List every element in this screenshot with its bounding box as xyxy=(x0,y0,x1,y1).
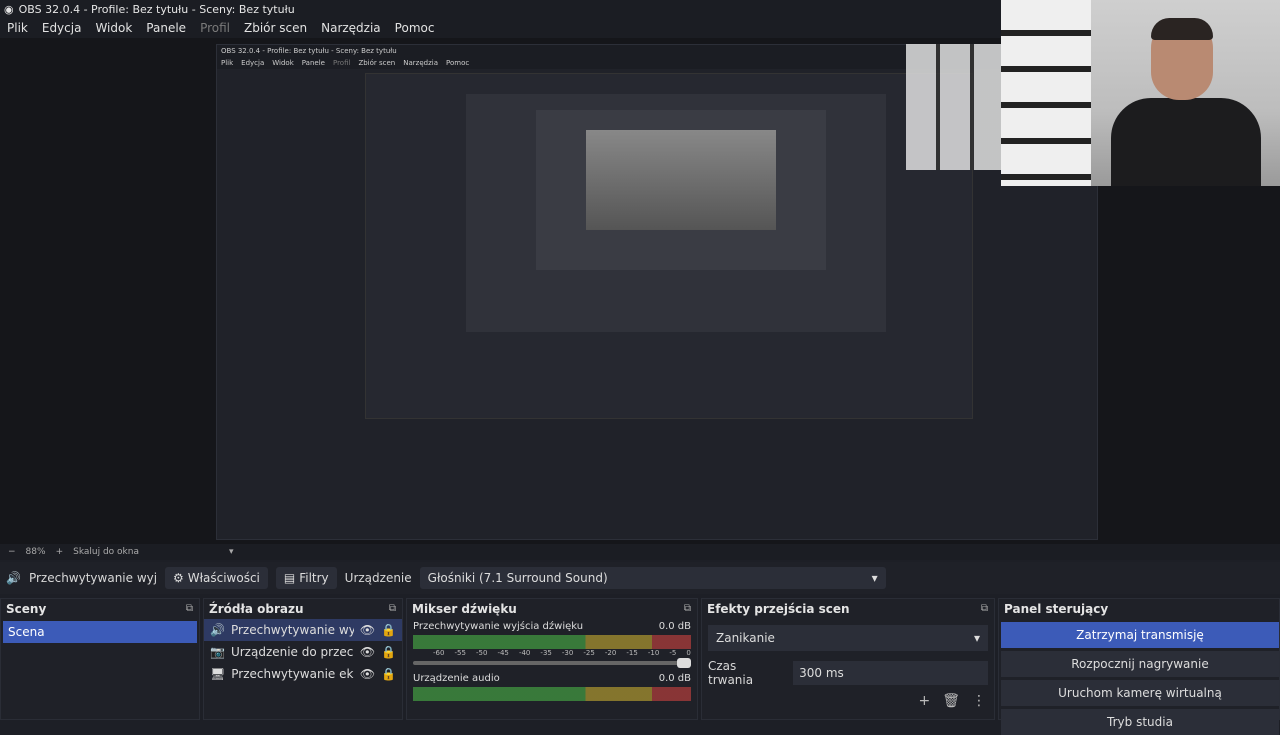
monitor-icon: 🖥 xyxy=(210,667,226,681)
controls-dock: Panel sterujący Zatrzymaj transmisję Roz… xyxy=(998,598,1280,735)
menu-pomoc[interactable]: Pomoc xyxy=(388,21,442,35)
duration-label: Czas trwania xyxy=(708,659,754,687)
filter-icon: ▤ xyxy=(283,571,296,585)
trash-icon[interactable]: 🗑 xyxy=(942,693,960,709)
menu-edycja[interactable]: Edycja xyxy=(35,21,89,35)
window-title: OBS 32.0.4 - Profile: Bez tytułu - Sceny… xyxy=(18,2,295,16)
properties-button[interactable]: ⚙ Właściwości xyxy=(164,567,268,589)
meter-ticks: -60 -55 -50 -45 -40 -35 -30 -25 -20 -15 -10 -5 0 xyxy=(433,649,691,657)
zoom-value: 88% xyxy=(25,547,46,557)
duration-input[interactable]: 300 ms xyxy=(793,661,988,685)
transitions-dock: Efekty przejścia scen ⧉ Zanikanie ▾ Czas … xyxy=(701,598,995,720)
plus-icon[interactable]: + xyxy=(918,693,930,709)
webcam-feed xyxy=(1001,0,1280,186)
person-body xyxy=(1111,98,1261,186)
chevron-down-icon: ▾ xyxy=(973,631,980,645)
undock-icon[interactable]: ⧉ xyxy=(981,599,988,619)
controls-title: Panel sterujący xyxy=(1004,602,1109,616)
eye-icon[interactable]: 👁 xyxy=(360,645,375,659)
source-item[interactable]: 🔊 Przechwytywanie wyjścia d 👁 🔒 xyxy=(204,619,402,641)
undock-icon[interactable]: ⧉ xyxy=(186,599,193,619)
chevron-down-icon: ▾ xyxy=(871,571,878,585)
camera-icon: 📷 xyxy=(210,645,225,659)
gear-icon: ⚙ xyxy=(172,571,184,585)
lock-icon[interactable]: 🔒 xyxy=(381,623,396,637)
source-item[interactable]: 📷 Urządzenie do przechwyty 👁 🔒 xyxy=(204,641,402,663)
undock-icon[interactable]: ⧉ xyxy=(684,599,691,619)
virtual-camera-button[interactable]: Uruchom kamerę wirtualną xyxy=(1001,680,1279,706)
studio-mode-button[interactable]: Tryb studia xyxy=(1001,709,1279,735)
scene-item[interactable]: Scena xyxy=(3,621,197,643)
nested-preview-4 xyxy=(536,110,826,270)
selected-source-name: Przechwytywanie wyjścia d xyxy=(28,571,157,585)
zoom-in-button[interactable]: + xyxy=(56,547,64,557)
volume-slider[interactable] xyxy=(413,658,691,668)
menu-profil: Profil xyxy=(200,21,230,35)
menu-zbior-scen[interactable]: Zbiór scen xyxy=(237,21,314,35)
obs-logo-icon: ◉ xyxy=(4,2,14,16)
volume-meter xyxy=(413,635,691,649)
device-label: Urządzenie xyxy=(344,571,412,585)
nested-preview-5 xyxy=(586,130,776,230)
chevron-down-icon[interactable]: ▾ xyxy=(229,547,234,557)
sources-title: Źródła obrazu xyxy=(209,602,304,616)
webcam-person xyxy=(1111,18,1261,186)
scenes-title: Sceny xyxy=(6,602,47,616)
source-toolbar: 🔊 Przechwytywanie wyjścia d ⚙ Właściwośc… xyxy=(0,562,1280,594)
filters-button[interactable]: ▤ Filtry xyxy=(275,567,337,589)
lock-icon[interactable]: 🔒 xyxy=(381,645,396,659)
person-hair xyxy=(1151,18,1213,40)
zoom-fit-select[interactable]: Skaluj do okna xyxy=(73,547,139,557)
menu-narzedzia[interactable]: Narzędzia xyxy=(314,21,388,35)
transition-select[interactable]: Zanikanie ▾ xyxy=(708,625,988,651)
menu-panele[interactable]: Panele xyxy=(139,21,193,35)
transitions-title: Efekty przejścia scen xyxy=(707,602,850,616)
source-item[interactable]: 🖥 Przechwytywanie ekranu 👁 🔒 xyxy=(204,663,402,685)
nested-preview-2 xyxy=(365,73,973,419)
stop-stream-button[interactable]: Zatrzymaj transmisję xyxy=(1001,622,1279,648)
speaker-icon: 🔊 xyxy=(210,623,225,637)
sources-dock: Źródła obrazu ⧉ 🔊 Przechwytywanie wyjścia… xyxy=(203,598,403,720)
mixer-title: Mikser dźwięku xyxy=(412,602,517,616)
menu-widok[interactable]: Widok xyxy=(88,21,139,35)
menu-plik[interactable]: Plik xyxy=(0,21,35,35)
mixer-channel: Urządzenie audio 0.0 dB xyxy=(407,671,697,703)
lock-icon[interactable]: 🔒 xyxy=(381,667,396,681)
webcam-reflection xyxy=(906,44,1002,170)
start-recording-button[interactable]: Rozpocznij nagrywanie xyxy=(1001,651,1279,677)
more-icon[interactable]: ⋮ xyxy=(972,693,986,709)
scenes-dock: Sceny ⧉ Scena xyxy=(0,598,200,720)
eye-icon[interactable]: 👁 xyxy=(360,667,375,681)
volume-meter xyxy=(413,687,691,701)
zoom-bar: − 88% + Skaluj do okna ▾ xyxy=(0,544,1280,560)
mixer-channel: Przechwytywanie wyjścia dźwięku 0.0 dB -6… xyxy=(407,619,697,671)
zoom-out-button[interactable]: − xyxy=(8,547,16,557)
webcam-shelf xyxy=(1001,0,1091,186)
speaker-icon: 🔊 xyxy=(6,571,21,585)
nested-preview-3 xyxy=(466,94,886,332)
mixer-dock: Mikser dźwięku ⧉ Przechwytywanie wyjścia … xyxy=(406,598,698,720)
eye-icon[interactable]: 👁 xyxy=(360,623,375,637)
device-select[interactable]: Głośniki (7.1 Surround Sound) ▾ xyxy=(419,567,886,589)
undock-icon[interactable]: ⧉ xyxy=(389,599,396,619)
